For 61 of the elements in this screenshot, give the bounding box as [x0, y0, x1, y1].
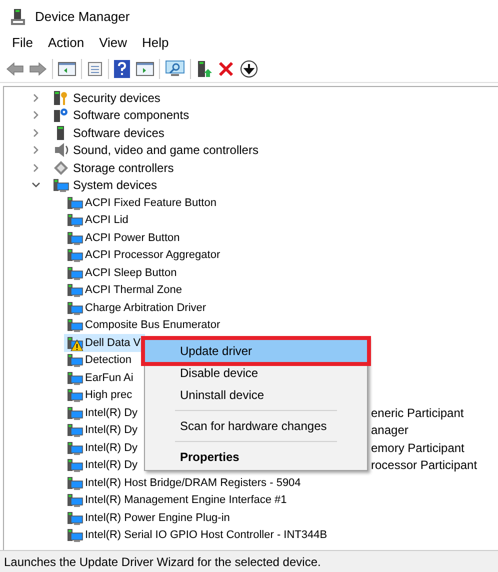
back-arrow-icon[interactable] [6, 62, 24, 76]
tree-item[interactable]: System devices [72, 176, 158, 194]
menu-item[interactable]: Help [136, 33, 175, 53]
tree-item[interactable]: High prec [64, 386, 136, 404]
tree-item[interactable]: Sound, video and game controllers [72, 141, 260, 160]
expand-chevron-icon[interactable] [31, 92, 41, 103]
expand-chevron-icon[interactable] [31, 145, 41, 156]
window-panel-icon[interactable] [136, 60, 154, 76]
tree-item[interactable]: EarFun Ai [64, 369, 138, 386]
tree-item[interactable]: Intel(R) Dy [64, 422, 142, 439]
tree-item[interactable]: Intel(R) Power Engine Plug-in [64, 509, 234, 526]
key-device-icon [53, 90, 69, 106]
tree-item[interactable]: Composite Bus Enumerator [64, 316, 224, 334]
tree-item[interactable]: ACPI Fixed Feature Button [64, 194, 220, 212]
tree-item[interactable]: ACPI Power Button [64, 229, 184, 246]
tree-item-text: emory Participant [371, 440, 464, 456]
expand-chevron-icon[interactable] [31, 110, 41, 120]
close-icon[interactable] [218, 60, 234, 76]
document-list-icon[interactable] [87, 60, 103, 76]
tree-item[interactable]: Dell Data V [64, 334, 145, 352]
tree-item[interactable]: Intel(R) Host Bridge/DRAM Registers - 5904 [64, 474, 305, 492]
computer-icon [11, 8, 25, 24]
tree-item-text: rocessor Participant [371, 457, 478, 474]
tree-item[interactable]: ACPI Sleep Button [64, 264, 181, 282]
menu-option[interactable]: Uninstall device [145, 384, 367, 406]
tree-item[interactable]: Security devices [72, 88, 162, 107]
tree-item[interactable]: Detection [64, 352, 136, 369]
tree-item[interactable]: ACPI Lid [64, 212, 132, 229]
tree-item-text: anager [371, 422, 408, 439]
tree-item[interactable]: Software components [72, 106, 190, 124]
tree-item[interactable]: Charge Arbitration Driver [64, 299, 210, 316]
device-update-icon[interactable] [196, 60, 212, 78]
expand-chevron-icon[interactable] [31, 128, 41, 138]
help-icon[interactable] [114, 60, 130, 78]
monitor-search-icon[interactable] [165, 60, 185, 78]
tree-item[interactable]: Intel(R) Dy [64, 404, 142, 422]
menu-option[interactable]: Disable device [145, 362, 367, 384]
forward-arrow-icon[interactable] [29, 62, 47, 76]
tree-item[interactable]: ACPI Thermal Zone [64, 282, 186, 299]
gear-device-icon [53, 107, 69, 124]
menu-option[interactable]: Scan for hardware changes [145, 415, 367, 437]
tree-item-text: eneric Participant [371, 404, 464, 422]
tree-item[interactable]: Intel(R) Dy [64, 439, 142, 456]
window-title: Device Manager [35, 8, 130, 26]
expand-chevron-icon[interactable] [31, 162, 41, 173]
tree-item[interactable]: Intel(R) Dy [64, 456, 142, 474]
status-text: Launches the Update Driver Wizard for the selected device. [4, 554, 321, 570]
tree-item[interactable]: Intel(R) Serial IO GPIO Host Controller - INT344B [64, 526, 332, 544]
menu-item[interactable]: Action [42, 33, 90, 53]
menu-option[interactable]: Update driver [145, 340, 367, 362]
menu-item[interactable]: View [93, 33, 134, 53]
tree-item[interactable]: Software devices [72, 124, 166, 142]
speaker-icon [53, 142, 69, 158]
tree-item[interactable]: Intel(R) Management Engine Interface #1 [64, 492, 291, 509]
tree-item[interactable]: Storage controllers [72, 158, 175, 177]
menu-item[interactable]: File [6, 33, 39, 53]
device-icon [53, 177, 69, 194]
tree-item[interactable]: ACPI Processor Aggregator [64, 246, 224, 264]
window-panel-icon[interactable] [58, 60, 76, 76]
diamond-icon [53, 160, 69, 176]
menu-option[interactable]: Properties [145, 446, 367, 468]
